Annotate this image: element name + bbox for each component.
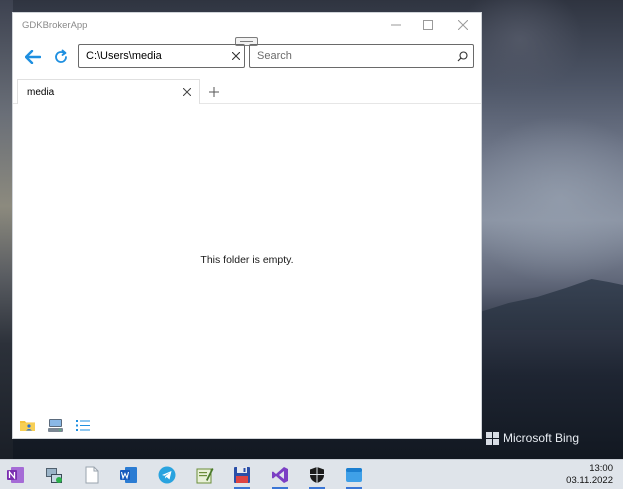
editor-app-icon (196, 468, 214, 484)
clock-time: 13:00 (589, 463, 613, 474)
system-clock[interactable]: 13:00 03.11.2022 (566, 463, 613, 487)
taskbar-word[interactable] (116, 463, 142, 487)
close-button[interactable] (450, 16, 476, 34)
navigation-toolbar (13, 38, 481, 76)
path-field[interactable] (78, 44, 245, 68)
clear-path-button[interactable] (228, 46, 244, 66)
search-icon (457, 50, 468, 61)
refresh-button[interactable] (50, 46, 72, 68)
taskbar-onenote[interactable] (3, 463, 29, 487)
folder-content-area[interactable]: This folder is empty. (13, 104, 481, 404)
close-icon (458, 20, 468, 30)
clock-date: 03.11.2022 (566, 475, 613, 486)
list-view-icon (76, 419, 90, 431)
back-button[interactable] (22, 46, 44, 68)
taskbar-telegram[interactable] (154, 463, 180, 487)
search-input[interactable] (250, 45, 451, 67)
new-tab-button[interactable] (205, 83, 223, 101)
tab-label: media (27, 86, 55, 98)
empty-folder-message: This folder is empty. (200, 254, 294, 266)
taskbar-notepad[interactable] (79, 463, 105, 487)
drive-icon (47, 418, 63, 432)
list-view-button[interactable] (74, 417, 92, 433)
minimize-icon (391, 24, 401, 26)
arrow-left-icon (25, 50, 41, 64)
search-field[interactable] (249, 44, 474, 68)
taskbar-save[interactable] (229, 463, 255, 489)
taskbar-broker[interactable] (41, 463, 67, 487)
app-window-icon (346, 468, 362, 482)
taskbar: 13:00 03.11.2022 (0, 459, 623, 489)
maximize-button[interactable] (415, 16, 441, 34)
shield-icon (310, 467, 324, 483)
app-window: GDKBrokerApp C:\Users\media Search media… (13, 13, 481, 438)
drive-button[interactable] (46, 417, 64, 433)
window-title: GDKBrokerApp (22, 20, 88, 31)
tab-strip: media (13, 76, 481, 104)
plus-icon (209, 87, 219, 97)
taskbar-editor[interactable] (192, 463, 218, 487)
word-icon (120, 467, 137, 483)
bing-watermark-text: Microsoft Bing (503, 431, 580, 445)
bing-watermark: Microsoft Bing (486, 431, 579, 445)
taskbar-visual-studio[interactable] (267, 463, 293, 489)
title-bar[interactable]: GDKBrokerApp (13, 13, 481, 46)
clear-icon (232, 52, 240, 60)
maximize-icon (423, 20, 433, 30)
onenote-icon (7, 467, 24, 483)
folder-user-icon (19, 421, 35, 431)
bottom-toolbar (13, 415, 481, 435)
broker-app-icon (46, 468, 62, 483)
user-folder-button[interactable] (18, 417, 36, 433)
path-input[interactable] (79, 45, 228, 67)
taskbar-app-window[interactable] (341, 463, 367, 489)
minimize-button[interactable] (383, 16, 409, 34)
refresh-icon (55, 49, 67, 63)
wallpaper-left-strip (0, 0, 13, 459)
taskbar-security[interactable] (304, 463, 330, 489)
visual-studio-icon (272, 467, 288, 483)
wallpaper-mountains (480, 279, 623, 330)
blank-document-icon (85, 466, 99, 484)
tab-media[interactable]: media (17, 79, 200, 104)
close-icon (183, 88, 191, 96)
tab-close-button[interactable] (177, 82, 197, 102)
search-button[interactable] (451, 46, 473, 66)
floppy-disk-icon (234, 467, 250, 483)
microsoft-logo-icon (486, 431, 499, 445)
telegram-icon (158, 466, 176, 484)
